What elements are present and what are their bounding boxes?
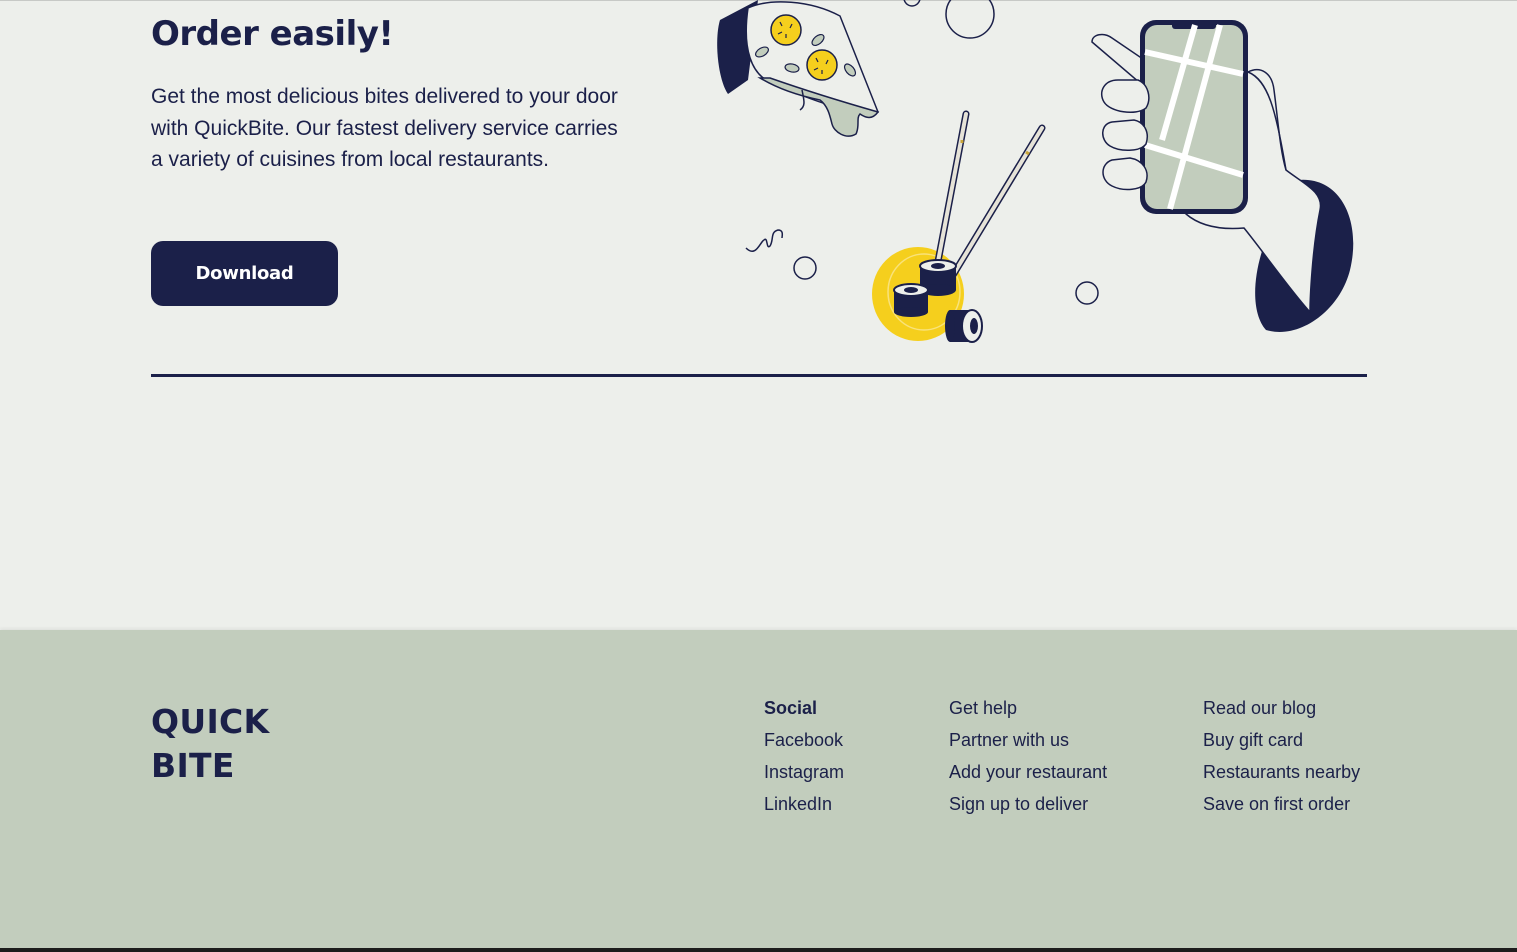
- site-footer: QUICK BITE Social Facebook Instagram Lin…: [0, 630, 1517, 948]
- add-restaurant-link[interactable]: Add your restaurant: [949, 762, 1107, 782]
- hero-title: Order easily!: [151, 14, 394, 54]
- footer-blog-column: Read our blog Buy gift card Restaurants …: [1203, 696, 1360, 824]
- linkedin-link[interactable]: LinkedIn: [764, 794, 832, 814]
- decor-squiggle: [745, 229, 784, 252]
- section-divider: [151, 374, 1367, 377]
- restaurants-nearby-link[interactable]: Restaurants nearby: [1203, 762, 1360, 782]
- facebook-link[interactable]: Facebook: [764, 730, 843, 750]
- footer-link-gift-card[interactable]: Buy gift card: [1203, 728, 1360, 760]
- phone-in-hand-icon: [1091, 20, 1354, 332]
- footer-social-column: Social Facebook Instagram LinkedIn: [764, 696, 844, 824]
- gift-card-link[interactable]: Buy gift card: [1203, 730, 1303, 750]
- food-delivery-illustration: [717, 0, 1354, 343]
- logo-line-quick: QUICK: [151, 702, 270, 741]
- quickbite-logo[interactable]: QUICK BITE: [151, 700, 269, 788]
- first-order-link[interactable]: Save on first order: [1203, 794, 1350, 814]
- decor-circle-left: [793, 256, 817, 280]
- footer-link-facebook[interactable]: Facebook: [764, 728, 844, 760]
- instagram-link[interactable]: Instagram: [764, 762, 844, 782]
- footer-link-partner[interactable]: Partner with us: [949, 728, 1107, 760]
- decor-circle-tiny: [903, 0, 921, 7]
- footer-social-heading: Social: [764, 698, 818, 718]
- footer-link-nearby[interactable]: Restaurants nearby: [1203, 760, 1360, 792]
- footer-link-add-restaurant[interactable]: Add your restaurant: [949, 760, 1107, 792]
- footer-link-get-help[interactable]: Get help: [949, 696, 1107, 728]
- download-button[interactable]: Download: [151, 241, 338, 306]
- footer-link-first-order[interactable]: Save on first order: [1203, 792, 1360, 824]
- footer-link-instagram[interactable]: Instagram: [764, 760, 844, 792]
- sign-up-deliver-link[interactable]: Sign up to deliver: [949, 794, 1088, 814]
- footer-link-sign-up-deliver[interactable]: Sign up to deliver: [949, 792, 1107, 824]
- footer-bottom-edge: [0, 948, 1517, 952]
- pizza-slice-icon: [717, 0, 880, 137]
- footer-link-linkedin[interactable]: LinkedIn: [764, 792, 844, 824]
- sushi-chopsticks-icon: [872, 110, 1046, 343]
- hero-section: Order easily! Get the most delicious bit…: [0, 0, 1517, 630]
- read-blog-link[interactable]: Read our blog: [1203, 698, 1316, 718]
- decor-circle-right: [1075, 281, 1099, 305]
- decor-circle-large: [945, 0, 995, 39]
- get-help-link[interactable]: Get help: [949, 698, 1017, 718]
- hero-description: Get the most delicious bites delivered t…: [151, 85, 618, 171]
- footer-link-blog[interactable]: Read our blog: [1203, 696, 1360, 728]
- footer-help-column: Get help Partner with us Add your restau…: [949, 696, 1107, 824]
- partner-link[interactable]: Partner with us: [949, 730, 1069, 750]
- logo-line-bite: BITE: [151, 746, 235, 785]
